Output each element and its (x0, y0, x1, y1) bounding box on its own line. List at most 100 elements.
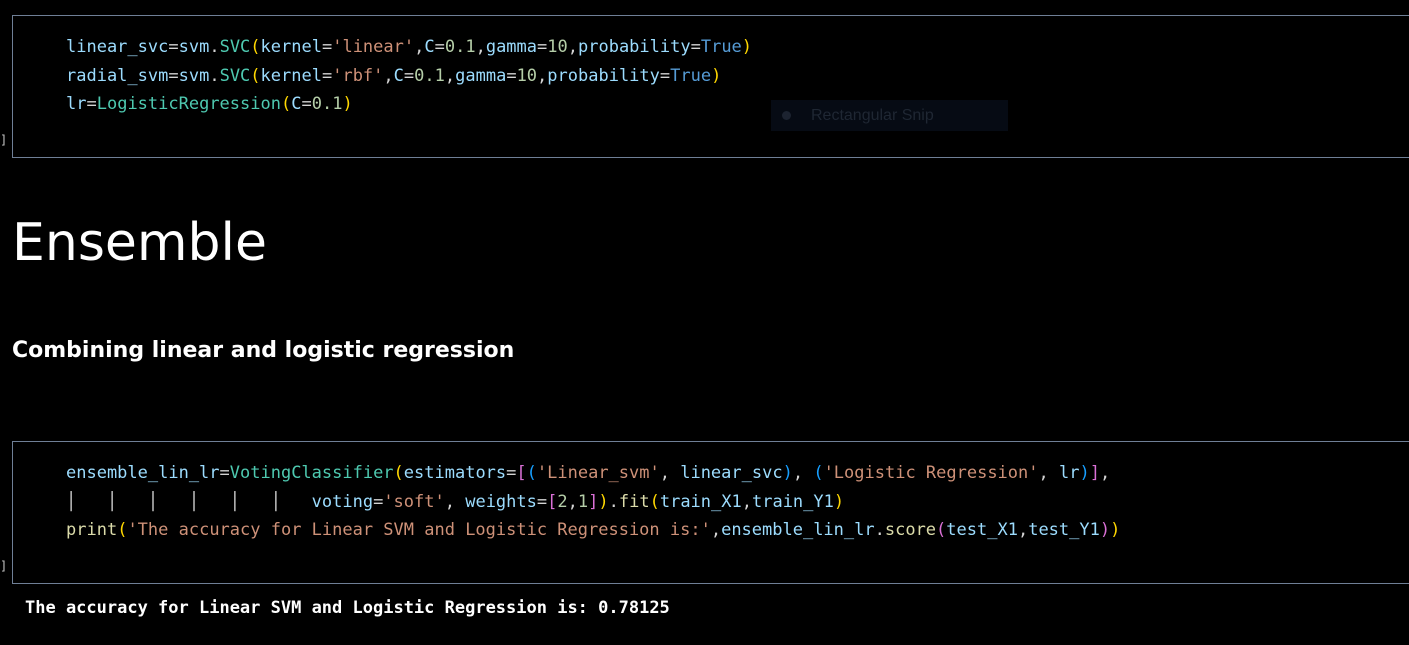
code-token: voting (311, 491, 374, 512)
code-token: ) (741, 37, 753, 57)
code-line: radial_svm=svm.SVC(kernel='rbf',C=0.1,ga… (66, 66, 721, 86)
code-line: │ │ │ │ │ │ voting='soft', weights=[2,1]… (66, 492, 844, 512)
code-token: = (168, 65, 179, 86)
code-token: score (884, 520, 937, 540)
snip-label: Rectangular Snip (811, 106, 934, 124)
code-token: = (321, 37, 333, 57)
code-token: 10 (547, 37, 568, 57)
code-line: ensemble_lin_lr=VotingClassifier(estimat… (66, 463, 1110, 483)
code-token: svm (178, 37, 210, 57)
code-token: = (434, 37, 445, 57)
code-token: SVC (219, 37, 251, 57)
code-token: ) (782, 463, 793, 483)
code-editor[interactable]: ensemble_lin_lr=VotingClassifier(estimat… (66, 459, 1120, 545)
code-token: 0.1 (311, 94, 343, 114)
code-token: ( (393, 463, 404, 483)
code-token: = (506, 65, 517, 86)
code-token: , (537, 65, 548, 86)
cell-output: The accuracy for Linear SVM and Logistic… (25, 598, 670, 618)
code-token: 'soft' (383, 491, 445, 512)
code-token: = (536, 491, 548, 512)
code-token: 0.1 (414, 65, 445, 86)
code-token: 10 (516, 65, 538, 86)
code-token: C (291, 94, 302, 114)
code-cell[interactable]: ensemble_lin_lr=VotingClassifier(estimat… (12, 441, 1409, 584)
code-token: 1 (577, 491, 589, 512)
markdown-subheading: Combining linear and logistic regression (12, 338, 515, 363)
code-token: train_Y1 (751, 491, 834, 512)
code-token: ( (526, 463, 537, 483)
code-token: = (403, 65, 415, 86)
code-token: [ (547, 491, 558, 512)
code-token: C (424, 37, 435, 57)
code-token: lr (66, 94, 87, 114)
code-token: = (321, 65, 333, 86)
code-token: . (874, 520, 885, 540)
code-token: gamma (455, 65, 507, 86)
code-token: , (659, 463, 681, 483)
code-token: linear_svc (680, 463, 783, 483)
rectangular-snip-option[interactable]: Rectangular Snip (771, 100, 1008, 131)
code-token: 'Linear_svm' (536, 463, 660, 483)
cell-prompt: ] (0, 133, 8, 147)
markdown-heading: Ensemble (12, 213, 267, 273)
code-token: = (301, 94, 312, 114)
code-token: ( (280, 94, 292, 114)
code-token: gamma (485, 37, 538, 57)
code-token: , (792, 463, 814, 483)
code-token: . (209, 65, 220, 86)
code-token: . (608, 491, 619, 512)
code-token: ( (117, 520, 128, 540)
code-token: ) (1079, 463, 1090, 483)
code-token: 'linear' (332, 37, 415, 57)
code-token: , (1017, 520, 1029, 540)
code-token: estimators (403, 463, 507, 483)
cell-prompt: ] (0, 559, 8, 573)
code-token: fit (618, 491, 650, 512)
code-token: ( (813, 463, 824, 483)
code-token: probability (547, 65, 660, 86)
code-token: = (690, 37, 701, 57)
code-token: ) (1110, 520, 1121, 540)
code-token: ) (342, 94, 353, 114)
code-token: . (209, 37, 220, 57)
code-token: ( (250, 65, 261, 86)
code-token: radial_svm (66, 65, 169, 86)
code-token: ( (649, 491, 660, 512)
code-token: = (168, 37, 179, 57)
code-token: ] (588, 491, 599, 512)
code-token: ensemble_lin_lr (66, 463, 220, 483)
code-token: 'Logistic Regression' (823, 463, 1039, 483)
code-token: , (567, 37, 578, 57)
code-token: , (1099, 463, 1111, 483)
record-dot-icon (782, 111, 791, 120)
code-token: kernel (260, 37, 322, 57)
code-token: ) (833, 491, 845, 512)
code-token: C (393, 65, 404, 86)
code-token: 2 (557, 491, 568, 512)
code-token: ( (250, 37, 261, 57)
code-token: ] (1089, 463, 1100, 483)
code-line: lr=LogisticRegression(C=0.1) (66, 94, 353, 114)
code-token: 0.1 (444, 37, 476, 57)
code-line: linear_svc=svm.SVC(kernel='linear',C=0.1… (66, 37, 752, 57)
code-cell[interactable]: linear_svc=svm.SVC(kernel='linear',C=0.1… (12, 15, 1409, 158)
code-token: , (741, 491, 752, 512)
code-token: svm (178, 65, 210, 86)
code-token: = (659, 65, 671, 86)
code-token: test_X1 (946, 520, 1018, 540)
code-token: , (567, 491, 578, 512)
code-token: linear_svc (66, 37, 169, 57)
code-line: print('The accuracy for Linear SVM and L… (66, 520, 1120, 540)
code-token: = (86, 94, 97, 114)
code-token: , (444, 491, 466, 512)
code-editor[interactable]: linear_svc=svm.SVC(kernel='linear',C=0.1… (66, 33, 752, 119)
code-token: ) (711, 65, 722, 86)
code-token: lr (1058, 463, 1080, 483)
code-token: ) (1099, 520, 1111, 540)
code-token: , (383, 65, 394, 86)
code-token: probability (578, 37, 691, 57)
code-token: = (537, 37, 548, 57)
code-token: SVC (219, 65, 251, 86)
code-token: weights (465, 491, 537, 512)
